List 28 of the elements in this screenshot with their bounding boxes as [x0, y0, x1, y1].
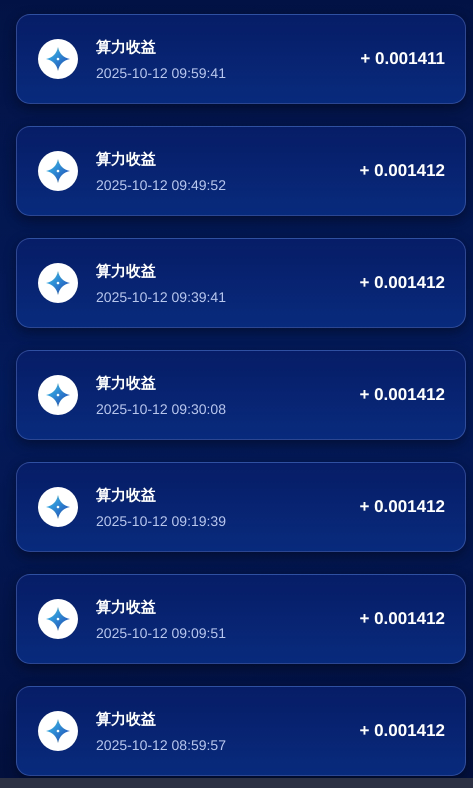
record-amount: + 0.001412 — [359, 273, 445, 293]
star-logo-icon — [38, 151, 78, 191]
record-amount: + 0.001412 — [359, 385, 445, 405]
record-amount: + 0.001412 — [359, 721, 445, 741]
star-logo-icon — [38, 263, 78, 303]
star-logo-icon — [38, 375, 78, 415]
record-amount: + 0.001411 — [360, 49, 445, 69]
record-time: 2025-10-12 09:09:51 — [96, 624, 227, 640]
record-title: 算力收益 — [96, 150, 157, 168]
record-title: 算力收益 — [96, 262, 157, 280]
record-title: 算力收益 — [96, 38, 157, 56]
record-title: 算力收益 — [96, 598, 157, 616]
record-time: 2025-10-12 09:19:39 — [96, 512, 227, 528]
star-logo-icon — [38, 487, 78, 527]
record-time: 2025-10-12 09:30:08 — [96, 400, 227, 416]
star-logo-icon — [38, 599, 78, 639]
record-title: 算力收益 — [96, 710, 157, 728]
record-amount: + 0.001412 — [359, 161, 445, 181]
record-time: 2025-10-12 09:39:41 — [96, 288, 227, 304]
record-time: 2025-10-12 08:59:57 — [96, 736, 227, 752]
record-time: 2025-10-12 09:49:52 — [96, 176, 227, 192]
star-logo-icon — [38, 711, 78, 751]
record-title: 算力收益 — [96, 486, 157, 504]
record-amount: + 0.001412 — [359, 497, 445, 517]
record-amount: + 0.001412 — [359, 609, 445, 629]
star-logo-icon — [38, 39, 78, 79]
record-time: 2025-10-12 09:59:41 — [96, 64, 227, 80]
record-title: 算力收益 — [96, 374, 157, 392]
